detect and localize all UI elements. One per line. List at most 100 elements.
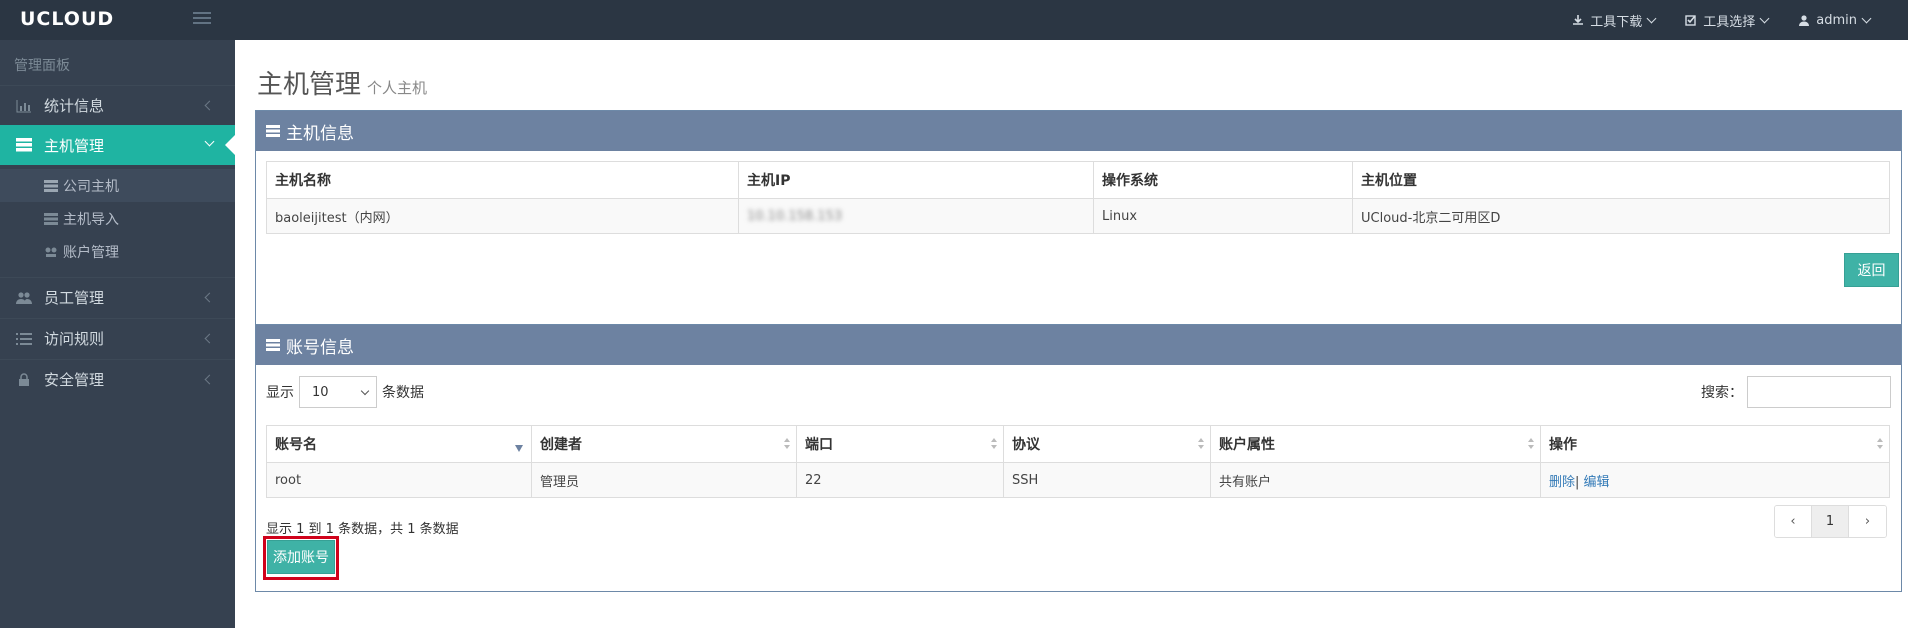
sort-desc-icon bbox=[515, 445, 523, 452]
checkbox-icon bbox=[1685, 15, 1696, 26]
account-table: 账号名 创建者 端口 协议 账户属性 操作 root 管理员 22 SSH 共有… bbox=[266, 425, 1890, 498]
edit-link[interactable]: 编辑 bbox=[1584, 475, 1610, 490]
back-button[interactable]: 返回 bbox=[1844, 253, 1899, 287]
page-title: 主机管理 个人主机 bbox=[257, 64, 427, 101]
server-icon bbox=[266, 125, 280, 137]
column-header-attribute[interactable]: 账户属性 bbox=[1210, 425, 1541, 463]
column-header: 主机IP bbox=[738, 161, 1094, 199]
accounts-icon bbox=[45, 247, 57, 257]
chevron-down-icon bbox=[1646, 13, 1657, 23]
sidebar-subitem-label: 账户管理 bbox=[63, 244, 119, 261]
chevron-left-icon bbox=[204, 333, 215, 344]
chevron-left-icon bbox=[204, 292, 215, 303]
list-icon bbox=[16, 332, 32, 345]
port-cell: 22 bbox=[796, 462, 1004, 498]
account-info-header: 账号信息 bbox=[256, 325, 1901, 365]
tools-select-menu[interactable]: 工具选择 bbox=[1685, 11, 1770, 30]
user-icon bbox=[1799, 15, 1810, 26]
column-header-label: 创建者 bbox=[540, 437, 582, 453]
tools-select-label: 工具选择 bbox=[1703, 14, 1756, 30]
column-header-port[interactable]: 端口 bbox=[796, 425, 1004, 463]
sidebar-item-staff-management[interactable]: 员工管理 bbox=[0, 277, 235, 317]
column-header-label: 账号名 bbox=[275, 437, 317, 453]
sidebar-item-host-management[interactable]: 主机管理 bbox=[0, 125, 235, 165]
users-icon bbox=[16, 291, 32, 304]
column-header: 操作系统 bbox=[1093, 161, 1353, 199]
page-size-value: 10 bbox=[312, 384, 329, 400]
chevron-down-icon bbox=[1861, 13, 1872, 23]
sidebar-item-access-rules[interactable]: 访问规则 bbox=[0, 318, 235, 358]
protocol-cell: SSH bbox=[1003, 462, 1211, 498]
column-header: 主机名称 bbox=[266, 161, 739, 199]
column-header-account[interactable]: 账号名 bbox=[266, 425, 532, 463]
sidebar-subitem-host-import[interactable]: 主机导入 bbox=[0, 202, 235, 235]
chevron-down-icon bbox=[360, 386, 370, 396]
account-name-cell: root bbox=[266, 462, 532, 498]
chevron-left-icon bbox=[204, 374, 215, 385]
server-icon bbox=[16, 138, 32, 152]
logo-text: UCLOUD bbox=[20, 8, 115, 30]
download-icon bbox=[1573, 15, 1584, 25]
search-label: 搜索： bbox=[1701, 385, 1743, 401]
column-header-protocol[interactable]: 协议 bbox=[1003, 425, 1211, 463]
records-label: 条数据 bbox=[382, 385, 424, 401]
highlight-box bbox=[263, 536, 339, 580]
active-indicator bbox=[225, 135, 235, 155]
sidebar-subitem-account-management[interactable]: 账户管理 bbox=[0, 235, 235, 268]
sort-icon bbox=[991, 438, 997, 450]
host-info-table: 主机名称 主机IP 操作系统 主机位置 baoleijitest（内网） 10.… bbox=[266, 161, 1890, 234]
sidebar-item-label: 主机管理 bbox=[44, 136, 105, 155]
pager-prev-button[interactable]: ‹ bbox=[1775, 506, 1812, 537]
sidebar-subitem-label: 主机导入 bbox=[63, 211, 119, 228]
tools-download-menu[interactable]: 工具下载 bbox=[1572, 11, 1657, 30]
column-header-label: 端口 bbox=[805, 437, 833, 453]
column-header-label: 协议 bbox=[1012, 437, 1040, 453]
attribute-cell: 共有账户 bbox=[1210, 462, 1541, 498]
table-row: root 管理员 22 SSH 共有账户 删除| 编辑 bbox=[266, 462, 1890, 498]
account-info-panel: 账号信息 显示 10 条数据 搜索： 账号名 创建者 端口 协议 账户属性 操作 bbox=[255, 324, 1902, 592]
host-info-title: 主机信息 bbox=[286, 123, 354, 144]
page-size-select[interactable]: 10 bbox=[299, 376, 377, 408]
host-ip-cell: 10.10.158.153 bbox=[738, 198, 1094, 234]
column-header-label: 操作 bbox=[1549, 437, 1577, 453]
host-info-header: 主机信息 bbox=[256, 111, 1901, 151]
menu-toggle-icon[interactable] bbox=[193, 12, 211, 26]
search-input[interactable] bbox=[1747, 376, 1891, 408]
action-separator: | bbox=[1575, 474, 1580, 490]
search-control: 搜索： bbox=[1701, 376, 1891, 408]
logo[interactable]: UCLOUD bbox=[20, 8, 114, 30]
sidebar-item-security-management[interactable]: 安全管理 bbox=[0, 359, 235, 399]
sidebar-item-label: 员工管理 bbox=[44, 289, 105, 307]
sidebar-item-statistics[interactable]: 统计信息 bbox=[0, 85, 235, 125]
pager-page-1[interactable]: 1 bbox=[1812, 506, 1849, 537]
chevron-left-icon bbox=[204, 100, 215, 111]
table-row: baoleijitest（内网） 10.10.158.153 Linux UCl… bbox=[266, 198, 1890, 234]
pager-next-button[interactable]: › bbox=[1849, 506, 1886, 537]
column-header-actions[interactable]: 操作 bbox=[1540, 425, 1890, 463]
pagination: ‹ 1 › bbox=[1774, 505, 1887, 538]
tools-download-label: 工具下载 bbox=[1590, 14, 1643, 30]
page-title-text: 主机管理 bbox=[257, 70, 362, 100]
top-bar: UCLOUD 工具下载 工具选择 admin bbox=[0, 0, 1908, 40]
main-content: 主机管理 个人主机 主机信息 主机名称 主机IP 操作系统 主机位置 baolei… bbox=[235, 40, 1908, 628]
sort-icon bbox=[1877, 438, 1883, 450]
sidebar-item-label: 访问规则 bbox=[44, 330, 105, 348]
column-header-label: 账户属性 bbox=[1219, 437, 1275, 453]
sort-icon bbox=[1528, 438, 1534, 450]
chevron-down-icon bbox=[1759, 13, 1770, 23]
user-name: admin bbox=[1816, 12, 1857, 28]
account-info-title: 账号信息 bbox=[286, 337, 354, 358]
server-icon bbox=[266, 339, 280, 351]
sidebar-title: 管理面板 bbox=[14, 58, 70, 74]
show-label: 显示 bbox=[266, 385, 294, 401]
creator-cell: 管理员 bbox=[531, 462, 797, 498]
column-header-creator[interactable]: 创建者 bbox=[531, 425, 797, 463]
sort-icon bbox=[784, 438, 790, 450]
user-menu[interactable]: admin bbox=[1798, 12, 1872, 28]
delete-link[interactable]: 删除 bbox=[1549, 475, 1575, 490]
sidebar-subitem-company-hosts[interactable]: 公司主机 bbox=[0, 169, 235, 202]
bar-chart-icon bbox=[16, 99, 31, 112]
page-length-control: 显示 10 条数据 bbox=[266, 376, 424, 408]
sort-icon bbox=[1198, 438, 1204, 450]
host-info-panel: 主机信息 主机名称 主机IP 操作系统 主机位置 baoleijitest（内网… bbox=[255, 110, 1902, 338]
